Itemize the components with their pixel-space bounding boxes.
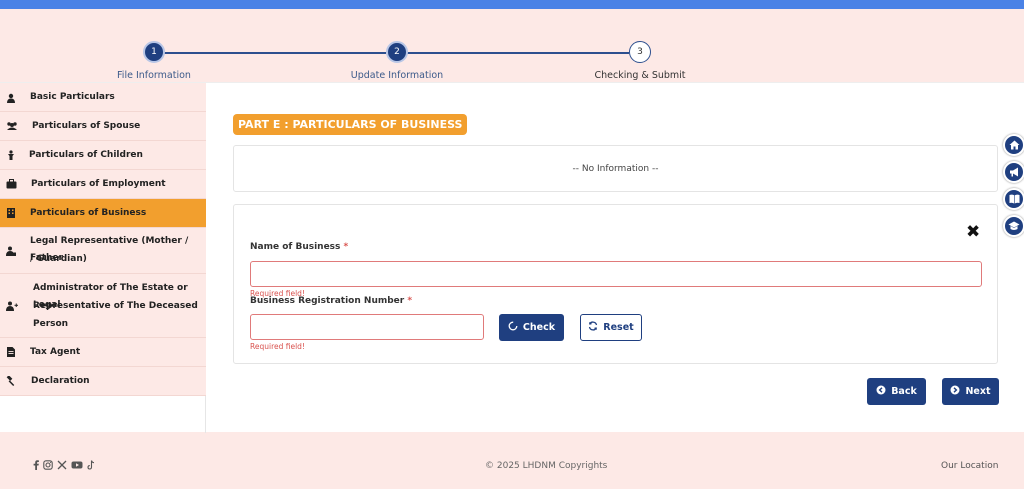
social-links: [33, 460, 95, 472]
sidebar: Basic Particulars Particulars of Spouse …: [0, 83, 206, 433]
sidebar-item-tax-agent[interactable]: Tax Agent: [0, 338, 206, 367]
home-icon[interactable]: [1003, 134, 1024, 156]
close-icon[interactable]: ✖: [966, 223, 980, 240]
sidebar-item-label: Particulars of Children: [29, 150, 143, 160]
refresh-icon: [588, 321, 598, 334]
registration-number-input[interactable]: [250, 314, 484, 340]
sidebar-item-business[interactable]: Particulars of Business: [0, 199, 206, 228]
sidebar-item-label: Particulars of Employment: [31, 179, 166, 189]
sidebar-item-label: Basic Particulars: [30, 92, 115, 102]
sidebar-item-children[interactable]: Particulars of Children: [0, 141, 206, 170]
arrow-left-circle-icon: [876, 385, 886, 398]
sidebar-item-label: Tax Agent: [30, 347, 81, 357]
reset-button[interactable]: Reset: [580, 314, 642, 341]
person-icon: [6, 93, 16, 103]
stepper-line-1: [164, 52, 386, 54]
section-title-badge: PART E : PARTICULARS OF BUSINESS: [233, 114, 468, 135]
sidebar-item-label-line-2: Representative of The Deceased: [33, 301, 198, 311]
back-button[interactable]: Back: [867, 378, 926, 405]
copyright-text: © 2025 LHDNM Copyrights: [485, 461, 608, 471]
step-3-circle[interactable]: 3: [629, 41, 651, 63]
stepper-line-2: [407, 52, 629, 54]
x-icon[interactable]: [57, 460, 67, 472]
sidebar-item-label-line-2: / Guardian): [30, 254, 87, 264]
sidebar-item-employment[interactable]: Particulars of Employment: [0, 170, 206, 199]
megaphone-icon[interactable]: [1003, 161, 1024, 183]
sidebar-item-declaration[interactable]: Declaration: [0, 367, 206, 396]
briefcase-icon: [6, 179, 17, 189]
sidebar-item-label-line-3: Person: [33, 319, 69, 329]
user-plus-icon: [6, 301, 18, 311]
no-information-box: -- No Information --: [233, 145, 998, 192]
step-2-label: Update Information: [350, 70, 444, 81]
book-icon[interactable]: [1003, 188, 1024, 210]
business-name-input[interactable]: [250, 261, 982, 287]
business-name-label: Name of Business *: [250, 242, 349, 252]
top-accent-bar: [0, 0, 1024, 9]
graduation-cap-icon[interactable]: [1003, 215, 1024, 237]
building-icon: [6, 208, 16, 218]
instagram-icon[interactable]: [43, 460, 53, 472]
arrow-right-circle-icon: [950, 385, 960, 398]
main-panel: Basic Particulars Particulars of Spouse …: [0, 82, 1024, 433]
sidebar-item-basic-particulars[interactable]: Basic Particulars: [0, 83, 206, 112]
file-icon: [6, 347, 16, 357]
youtube-icon[interactable]: [71, 460, 83, 472]
users-icon: [6, 121, 17, 131]
step-3-label: Checking & Submit: [594, 70, 686, 81]
step-1-circle[interactable]: 1: [143, 41, 165, 63]
facebook-icon[interactable]: [33, 460, 39, 472]
tiktok-icon[interactable]: [87, 460, 95, 472]
sidebar-item-spouse[interactable]: Particulars of Spouse: [0, 112, 206, 141]
next-button[interactable]: Next: [942, 378, 999, 405]
no-information-text: -- No Information --: [572, 163, 659, 174]
step-1-label: File Information: [117, 70, 191, 81]
registration-number-error: Required field!: [250, 342, 305, 351]
child-icon: [6, 150, 16, 160]
sidebar-item-label: Particulars of Business: [30, 208, 147, 218]
sidebar-item-label: Particulars of Spouse: [32, 121, 141, 131]
check-button[interactable]: Check: [499, 314, 564, 341]
registration-number-label: Business Registration Number *: [250, 296, 413, 306]
gavel-icon: [6, 375, 16, 387]
spinner-icon: [508, 321, 518, 334]
sidebar-item-administrator[interactable]: Administrator of The Estate or Legal Rep…: [0, 274, 206, 338]
user-lock-icon: [6, 246, 16, 256]
progress-stepper: 1 2 3 File Information Update Informatio…: [0, 38, 1024, 82]
step-2-circle[interactable]: 2: [386, 41, 408, 63]
our-location-link[interactable]: Our Location: [941, 461, 998, 471]
sidebar-item-label: Declaration: [31, 376, 90, 386]
business-form-card: ✖ Name of Business * Required field! Bus…: [233, 204, 998, 364]
sidebar-item-legal-representative[interactable]: Legal Representative (Mother / Father / …: [0, 228, 206, 274]
